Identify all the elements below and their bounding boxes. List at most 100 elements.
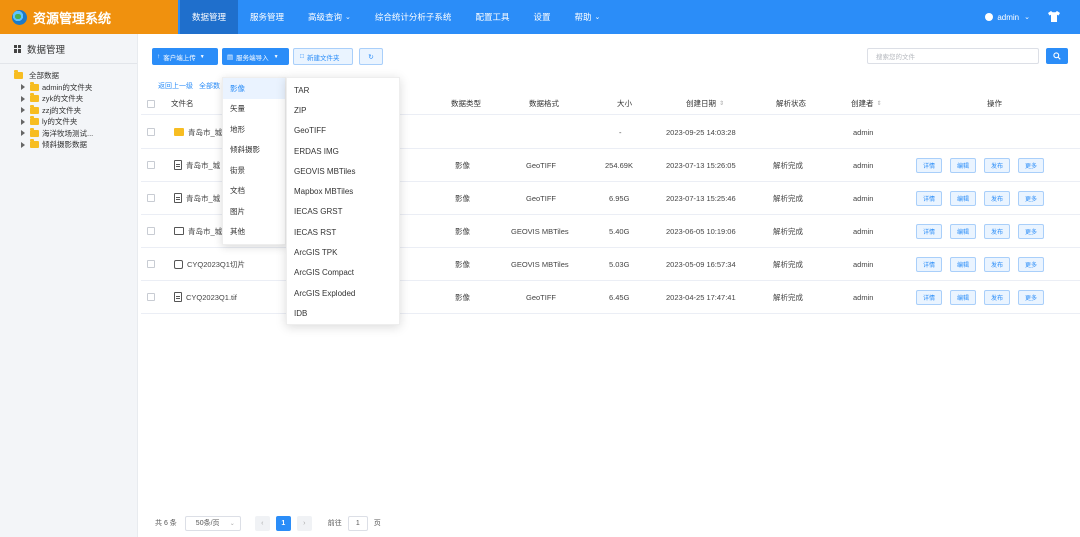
chevron-down-icon: ⌄: [345, 14, 351, 21]
format-tar[interactable]: TAR: [287, 80, 399, 100]
more-button[interactable]: 更多: [1018, 157, 1045, 173]
caret-right-icon[interactable]: [21, 130, 25, 136]
format-iecas-grst[interactable]: IECAS GRST: [287, 202, 399, 222]
table-row[interactable]: CYQ2023Q1切片 影像 GEOVIS MBTiles 5.03G 2023…: [141, 248, 1080, 281]
detail-button[interactable]: 详情: [916, 223, 943, 239]
table-row[interactable]: CYQ2023Q1.tif 影像 GeoTIFF 6.45G 2023-04-2…: [141, 281, 1080, 314]
folder-outline-icon: [174, 227, 184, 235]
row-checkbox[interactable]: [147, 293, 155, 301]
shirt-icon[interactable]: [1048, 11, 1060, 22]
edit-button[interactable]: 编辑: [950, 190, 977, 206]
format-erdas-img[interactable]: ERDAS IMG: [287, 141, 399, 161]
nav-item-data-management[interactable]: 数据管理: [180, 0, 239, 34]
tree-item-admin[interactable]: admin的文件夹: [0, 81, 137, 93]
caret-right-icon[interactable]: [21, 107, 25, 113]
search-input[interactable]: 搜索您的文件: [867, 48, 1039, 64]
menu-item-other[interactable]: 其他: [223, 222, 285, 243]
edit-button[interactable]: 编辑: [950, 223, 977, 239]
folder-tree: 全部数据 admin的文件夹 zyk的文件夹 zzj的文件夹 ly的文件夹 海洋…: [0, 64, 137, 150]
format-zip[interactable]: ZIP: [287, 100, 399, 120]
select-all-checkbox[interactable]: [147, 99, 155, 108]
edit-button[interactable]: 编辑: [950, 289, 977, 305]
menu-item-terrain[interactable]: 地形: [223, 119, 285, 140]
menu-item-picture[interactable]: 图片: [223, 201, 285, 222]
user-name: admin: [997, 12, 1020, 22]
tree-item-all-data[interactable]: 全部数据: [0, 70, 137, 81]
tree-item-ly[interactable]: ly的文件夹: [0, 116, 137, 127]
goto-label: 前往: [327, 520, 342, 527]
caret-right-icon[interactable]: [21, 95, 25, 102]
page-unit: 页: [373, 520, 381, 527]
server-import-button[interactable]: ▤ 服务端导入 ▼: [222, 48, 289, 65]
edit-button[interactable]: 编辑: [950, 256, 977, 272]
publish-button[interactable]: 发布: [984, 289, 1011, 305]
row-checkbox[interactable]: [147, 128, 155, 136]
more-button[interactable]: 更多: [1018, 190, 1045, 206]
publish-button[interactable]: 发布: [984, 157, 1011, 173]
row-checkbox[interactable]: [147, 161, 155, 169]
main-nav: 数据管理 服务管理 高级查询 ⌄ 综合统计分析子系统 配置工具 设置 帮助 ⌄: [180, 0, 612, 34]
page-number-current[interactable]: 1: [275, 515, 291, 531]
col-creator[interactable]: 创建者 ⇕: [851, 93, 882, 114]
detail-button[interactable]: 详情: [916, 157, 943, 173]
menu-item-vector[interactable]: 矢量: [223, 99, 285, 120]
tree-item-zzj[interactable]: zzj的文件夹: [0, 104, 137, 116]
nav-item-settings[interactable]: 设置: [521, 0, 562, 34]
more-button[interactable]: 更多: [1018, 289, 1045, 305]
col-created[interactable]: 创建日期 ⇕: [686, 93, 724, 114]
tree-item-oblique[interactable]: 倾斜摄影数据: [0, 139, 137, 150]
menu-item-oblique[interactable]: 倾斜摄影: [223, 140, 285, 161]
menu-item-imagery[interactable]: 影像: [223, 78, 285, 99]
format-iecas-rst[interactable]: IECAS RST: [287, 222, 399, 242]
user-menu[interactable]: admin ⌄: [985, 0, 1030, 34]
format-geotiff[interactable]: GeoTIFF: [287, 121, 399, 141]
back-link[interactable]: 返回上一级: [158, 81, 193, 91]
import-category-menu: 影像 矢量 地形 倾斜摄影 街景 文档 图片 其他: [222, 77, 286, 245]
row-checkbox[interactable]: [147, 227, 155, 235]
edit-button[interactable]: 编辑: [950, 157, 977, 173]
caret-right-icon[interactable]: [21, 84, 25, 90]
goto-page-input[interactable]: 1: [347, 515, 368, 531]
all-data-link[interactable]: 全部数: [199, 81, 220, 91]
search-icon: [1053, 52, 1061, 60]
next-page-button[interactable]: ›: [296, 515, 312, 531]
menu-item-document[interactable]: 文档: [223, 181, 285, 202]
format-arcgis-exploded[interactable]: ArcGIS Exploded: [287, 283, 399, 303]
more-button[interactable]: 更多: [1018, 256, 1045, 272]
client-upload-button[interactable]: ↑ 客户端上传 ▼: [152, 48, 218, 65]
caret-right-icon[interactable]: [21, 118, 25, 125]
format-mapbox-mbtiles[interactable]: Mapbox MBTiles: [287, 181, 399, 201]
detail-button[interactable]: 详情: [916, 190, 943, 206]
publish-button[interactable]: 发布: [984, 190, 1011, 206]
nav-item-help[interactable]: 帮助 ⌄: [562, 0, 612, 34]
detail-button[interactable]: 详情: [916, 256, 943, 272]
caret-down-icon: ▼: [273, 53, 279, 60]
col-parse-status: 解析状态: [776, 99, 806, 108]
menu-item-streetview[interactable]: 街景: [223, 160, 285, 181]
tree-item-zyk[interactable]: zyk的文件夹: [0, 93, 137, 104]
row-checkbox[interactable]: [147, 260, 155, 268]
nav-item-config-tools[interactable]: 配置工具: [463, 0, 521, 34]
caret-right-icon[interactable]: [21, 141, 25, 148]
new-folder-button[interactable]: □ 新建文件夹: [293, 48, 353, 65]
nav-item-statistics[interactable]: 综合统计分析子系统: [363, 0, 464, 34]
row-checkbox[interactable]: [147, 194, 155, 202]
detail-button[interactable]: 详情: [916, 289, 943, 305]
publish-button[interactable]: 发布: [984, 223, 1011, 239]
nav-item-advanced-query[interactable]: 高级查询 ⌄: [296, 0, 363, 34]
tree-item-ocean[interactable]: 海洋牧场测试...: [0, 127, 137, 139]
folder-icon: [30, 139, 39, 148]
format-arcgis-tpk[interactable]: ArcGIS TPK: [287, 242, 399, 262]
page-size-select[interactable]: 50条/页 ⌄: [184, 515, 241, 531]
more-button[interactable]: 更多: [1018, 223, 1045, 239]
search-button[interactable]: [1046, 48, 1068, 64]
publish-button[interactable]: 发布: [984, 256, 1011, 272]
sort-icon: ⇕: [876, 101, 882, 107]
refresh-button[interactable]: ↻: [359, 48, 383, 65]
folder-icon: [30, 93, 39, 102]
format-arcgis-compact[interactable]: ArcGIS Compact: [287, 263, 399, 283]
prev-page-button[interactable]: ‹: [254, 515, 270, 531]
format-geovis-mbtiles[interactable]: GEOVIS MBTiles: [287, 161, 399, 181]
nav-item-service-management[interactable]: 服务管理: [238, 0, 296, 34]
format-idb[interactable]: IDB: [287, 303, 399, 323]
